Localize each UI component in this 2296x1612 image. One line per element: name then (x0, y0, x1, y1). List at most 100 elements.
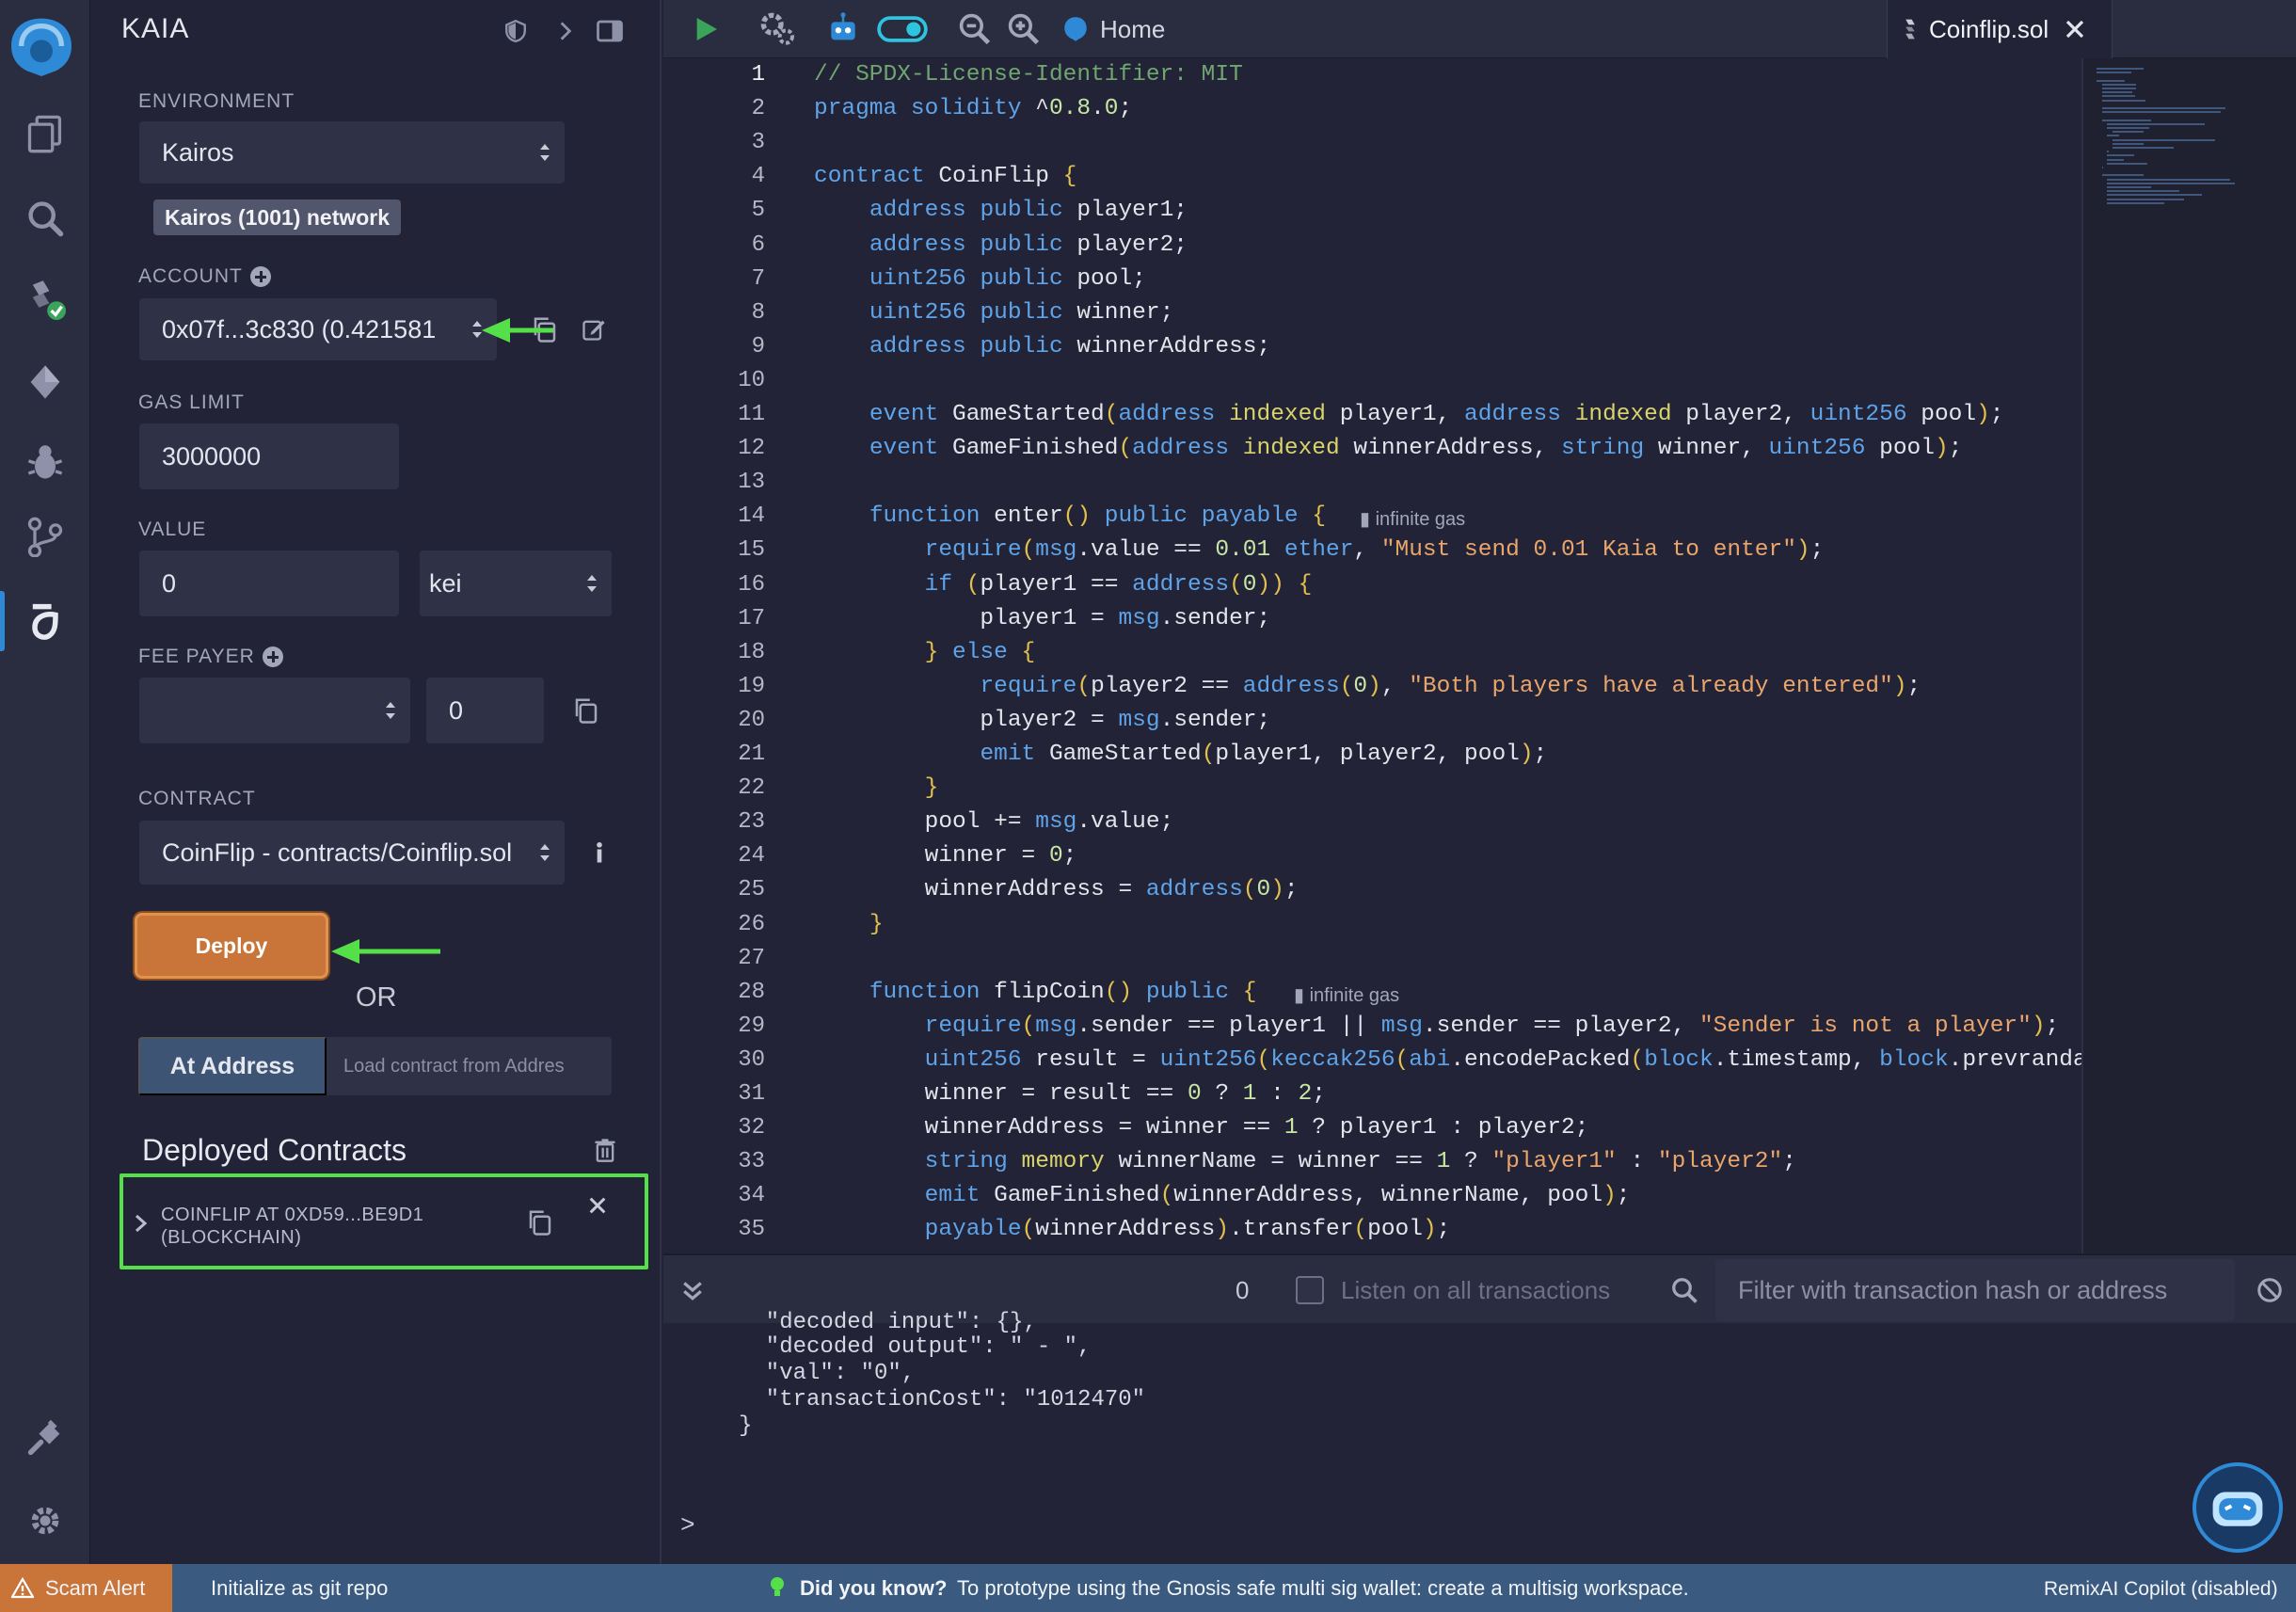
compile-settings-icon[interactable] (757, 9, 797, 49)
shield-icon[interactable] (500, 15, 532, 47)
account-select[interactable]: 0x07f...3c830 (0.421581 (139, 298, 497, 360)
scam-alert-button[interactable]: Scam Alert (0, 1564, 172, 1612)
code-line: } else { (924, 639, 1036, 665)
arrow-annotation-icon (331, 939, 440, 964)
code-line: uint256 result = uint256(keccak256(abi.e… (924, 1046, 2081, 1073)
code-line: address public player2; (869, 231, 1188, 258)
line-number: 3 (751, 130, 765, 156)
line-number: 29 (738, 1013, 765, 1039)
copy-fee-payer-icon[interactable] (569, 694, 603, 727)
chevron-right-icon[interactable] (133, 1213, 150, 1234)
gas-estimate-text: infinite gas (1375, 509, 1466, 531)
contract-select[interactable]: CoinFlip - contracts/Coinflip.sol (139, 821, 565, 885)
code-editor[interactable]: 1 2 3 4 5 6 7 8 9 10 11 12 13 14 15 16 17 18 19 20 21 22 23 24 2… (663, 58, 2081, 1253)
terminal-prompt[interactable]: > (680, 1511, 695, 1540)
clear-terminal-icon[interactable] (2256, 1276, 2284, 1304)
collapse-terminal-icon[interactable] (678, 1276, 707, 1304)
code-line: address public winnerAddress; (869, 333, 1271, 359)
contract-label: CONTRACT (138, 788, 256, 809)
minimap-line (2112, 147, 2175, 149)
ai-toggle-icon[interactable] (874, 9, 931, 49)
select-arrows-icon (540, 144, 550, 161)
line-number: 34 (738, 1183, 765, 1209)
line-number: 31 (738, 1081, 765, 1107)
value-label: VALUE (138, 519, 207, 540)
zoom-in-icon[interactable] (1004, 9, 1044, 49)
code-line: event GameStarted(address indexed player… (869, 402, 2004, 427)
zoom-out-icon[interactable] (955, 9, 995, 49)
ai-robot-icon[interactable] (823, 9, 863, 49)
plugin-manager-icon[interactable] (21, 1413, 70, 1462)
fee-payer-amount-input[interactable]: 0 (426, 678, 544, 743)
edit-account-icon[interactable] (577, 312, 611, 346)
code-line: uint256 public pool; (869, 265, 1146, 292)
deploy-run-icon[interactable] (21, 358, 70, 407)
terminal-line: "val": "0", (739, 1361, 916, 1386)
line-number: 7 (751, 265, 765, 292)
minimap-line (2107, 122, 2206, 125)
account-label-text: ACCOUNT (138, 265, 243, 287)
line-number: 22 (738, 775, 765, 802)
tab-home[interactable]: Home (1060, 0, 1211, 58)
ai-assistant-icon[interactable] (2192, 1462, 2283, 1553)
load-contract-address-input[interactable]: Load contract from Addres (327, 1037, 612, 1095)
minimap-line (2097, 72, 2131, 74)
line-number: 23 (738, 809, 765, 836)
settings-gear-icon[interactable] (21, 1496, 70, 1545)
close-tab-icon[interactable] (2064, 18, 2086, 40)
git-init-link[interactable]: Initialize as git repo (211, 1576, 388, 1601)
value-input[interactable]: 0 (139, 551, 399, 616)
deployed-contract-item[interactable]: COINFLIP AT 0XD59...BE9D1 (BLOCKCHAIN) (120, 1173, 648, 1269)
search-icon[interactable] (1670, 1276, 1698, 1304)
minimap-line (2101, 174, 2145, 177)
close-icon[interactable] (581, 1189, 614, 1222)
select-arrows-icon (540, 844, 550, 861)
git-icon[interactable] (21, 512, 70, 561)
line-number: 9 (751, 333, 765, 359)
minimap-line (2107, 201, 2164, 204)
line-number: 20 (738, 707, 765, 733)
listen-checkbox[interactable] (1296, 1276, 1324, 1304)
remix-logo-icon[interactable] (4, 13, 79, 79)
at-address-button[interactable]: At Address (138, 1037, 327, 1095)
remixai-copilot-status[interactable]: RemixAI Copilot (disabled) (2044, 1578, 2278, 1601)
line-number: 12 (738, 436, 765, 462)
add-fee-payer-icon[interactable] (262, 646, 283, 668)
trash-icon[interactable] (588, 1133, 622, 1167)
contract-info-icon[interactable] (582, 836, 616, 870)
fee-payer-select[interactable] (139, 678, 410, 743)
copy-address-icon[interactable] (523, 1205, 557, 1239)
deploy-button[interactable]: Deploy (135, 913, 328, 979)
run-play-icon[interactable] (686, 9, 725, 49)
code-line: // SPDX-License-Identifier: MIT (814, 62, 1243, 88)
select-arrows-icon (587, 575, 597, 592)
search-icon[interactable] (21, 194, 70, 243)
tab-coinflip-sol[interactable]: Coinflip.sol (1887, 0, 2113, 58)
minimap-line (2107, 194, 2202, 197)
file-explorer-icon[interactable] (21, 109, 70, 158)
value-unit-select[interactable]: kei (420, 551, 612, 616)
debugger-icon[interactable] (21, 439, 70, 487)
terminal-line: } (739, 1413, 753, 1439)
code-minimap[interactable] (2081, 58, 2296, 1253)
toggle-panel-icon[interactable] (594, 15, 626, 47)
solidity-compiler-icon[interactable] (21, 275, 70, 324)
gas-pump-icon: ▮ (1360, 509, 1376, 531)
add-account-icon[interactable] (249, 266, 271, 288)
kaia-plugin-icon[interactable] (21, 597, 70, 646)
environment-select[interactable]: Kairos (139, 121, 565, 184)
line-number: 11 (738, 402, 765, 427)
minimap-line (2101, 91, 2132, 94)
account-label: ACCOUNT (138, 265, 271, 288)
select-arrows-icon (386, 702, 395, 719)
terminal-output[interactable]: "decoded input": {}, "decoded output": "… (663, 1310, 2296, 1564)
did-you-know-label: Did you know? (800, 1576, 948, 1600)
code-line: address public player1; (869, 198, 1188, 224)
chevron-right-icon[interactable] (550, 15, 582, 47)
terminal-line: "decoded output": " - ", (739, 1334, 1092, 1360)
gas-limit-input[interactable]: 3000000 (139, 423, 399, 489)
minimap-line (2097, 79, 2126, 82)
deployed-contracts-title: Deployed Contracts (142, 1133, 407, 1167)
transaction-filter-input[interactable]: Filter with transaction hash or address (1715, 1259, 2235, 1321)
code-line: require(msg.value == 0.01 ether, "Must s… (924, 537, 1825, 564)
